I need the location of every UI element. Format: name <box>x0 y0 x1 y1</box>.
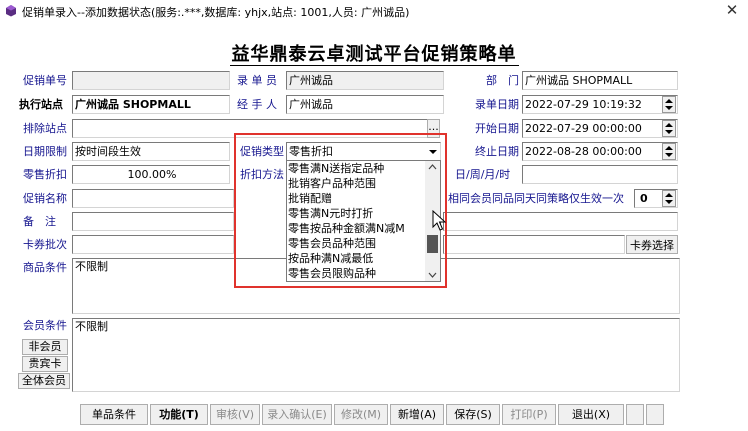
remark-field[interactable] <box>72 212 234 231</box>
record-confirm-button[interactable]: 录入确认(E) <box>262 404 332 425</box>
record-date-field[interactable]: 2022-07-29 10:19:32 <box>522 95 678 114</box>
audit-button[interactable]: 审核(V) <box>210 404 260 425</box>
label-start-date: 开始日期 <box>475 122 519 135</box>
scroll-down-icon[interactable] <box>428 272 437 278</box>
date-limit-field[interactable]: 按时间段生效 <box>72 142 230 161</box>
extra-button-1[interactable] <box>626 404 644 425</box>
window-title: 促销单录入--添加数据状态(服务:.***,数据库: yhjx,站点: 1001… <box>22 6 410 19</box>
promo-name-field[interactable] <box>72 189 234 208</box>
label-promo-type: 促销类型 <box>240 145 284 158</box>
dropdown-item[interactable]: 零售满N送指定品种 <box>287 161 440 176</box>
product-cond-button[interactable]: 单品条件 <box>80 404 148 425</box>
print-button[interactable]: 打印(P) <box>502 404 556 425</box>
label-product-cond: 商品条件 <box>23 261 67 274</box>
start-date-field[interactable]: 2022-07-29 00:00:00 <box>522 119 678 138</box>
chevron-down-icon[interactable] <box>426 143 440 160</box>
dropdown-item[interactable]: 批销配赠 <box>287 191 440 206</box>
label-date-limit: 日期限制 <box>23 145 67 158</box>
scroll-thumb[interactable] <box>427 235 438 253</box>
label-record-date: 录单日期 <box>475 98 519 111</box>
day-week-month-field[interactable] <box>522 165 678 184</box>
extra-button-2[interactable] <box>646 404 664 425</box>
label-retail-discount: 零售折扣 <box>23 168 67 181</box>
exec-site-field[interactable]: 广州诚品 SHOPMALL <box>72 95 230 114</box>
dropdown-item[interactable]: 零售满N元时打折 <box>287 206 440 221</box>
label-coupon-batch: 卡券批次 <box>23 238 67 251</box>
mouse-cursor-icon <box>432 210 446 231</box>
label-recorder: 录 单 员 <box>237 74 277 87</box>
dropdown-item[interactable]: 零售按品种金额满N减M <box>287 221 440 236</box>
label-promo-no: 促销单号 <box>23 74 67 87</box>
dropdown-item[interactable]: 零售会员限购品种 <box>287 266 440 281</box>
title-bar: 促销单录入--添加数据状态(服务:.***,数据库: yhjx,站点: 1001… <box>0 0 748 22</box>
function-button[interactable]: 功能(T) <box>150 404 208 425</box>
member-cond-box[interactable]: 不限制 <box>72 318 680 392</box>
label-exclude-site: 排除站点 <box>23 122 67 135</box>
coupon-batch-field-right[interactable] <box>443 235 625 254</box>
form-title: 益华鼎泰云卓测试平台促销策略单 <box>0 40 748 66</box>
label-member-cond: 会员条件 <box>23 319 67 332</box>
promo-type-dropdown: 零售满N送指定品种 批销客户品种范围 批销配赠 零售满N元时打折 零售按品种金额… <box>286 160 441 282</box>
handler-field[interactable]: 广州诚品 <box>286 95 444 114</box>
label-exec-site: 执行站点 <box>19 98 63 111</box>
remark-field-right[interactable] <box>443 212 678 231</box>
coupon-batch-field[interactable] <box>72 235 234 254</box>
promo-type-value: 零售折扣 <box>289 145 333 158</box>
label-department: 部 门 <box>486 74 519 87</box>
same-member-spinner[interactable] <box>662 190 676 207</box>
app-icon <box>6 5 16 17</box>
form-title-text: 益华鼎泰云卓测试平台促销策略单 <box>229 44 519 66</box>
dropdown-item[interactable]: 零售会员品种范围 <box>287 236 440 251</box>
label-promo-name: 促销名称 <box>23 192 67 205</box>
dropdown-item[interactable]: 按品种满N减最低 <box>287 251 440 266</box>
label-day-week-month: 日/周/月/时 <box>455 168 511 181</box>
all-member-button[interactable]: 全体会员 <box>18 373 70 389</box>
dropdown-item[interactable]: 批销客户品种范围 <box>287 176 440 191</box>
coupon-select-button[interactable]: 卡券选择 <box>626 235 678 254</box>
scroll-up-icon[interactable] <box>428 164 437 170</box>
modify-button[interactable]: 修改(M) <box>334 404 388 425</box>
label-same-member: 相同会员同品同天同策略仅生效一次 <box>448 192 624 205</box>
department-field[interactable]: 广州诚品 SHOPMALL <box>522 71 678 90</box>
start-date-spinner[interactable] <box>662 120 676 137</box>
close-icon[interactable]: ✕ <box>722 1 742 19</box>
save-button[interactable]: 保存(S) <box>446 404 500 425</box>
promo-type-select[interactable]: 零售折扣 <box>286 142 441 161</box>
retail-discount-field[interactable]: 100.00% <box>72 165 230 184</box>
label-handler: 经 手 人 <box>237 98 277 111</box>
end-date-spinner[interactable] <box>662 143 676 160</box>
promo-no-field[interactable] <box>72 71 230 90</box>
label-remark: 备 注 <box>23 215 56 228</box>
record-date-spinner[interactable] <box>662 96 676 113</box>
vip-card-button[interactable]: 贵宾卡 <box>22 356 68 372</box>
exit-button[interactable]: 退出(X) <box>558 404 624 425</box>
label-discount-method: 折扣方法 <box>240 168 284 181</box>
recorder-field[interactable]: 广州诚品 <box>286 71 444 90</box>
new-button[interactable]: 新增(A) <box>390 404 444 425</box>
label-end-date: 终止日期 <box>475 145 519 158</box>
end-date-field[interactable]: 2022-08-28 00:00:00 <box>522 142 678 161</box>
non-member-button[interactable]: 非会员 <box>22 339 68 355</box>
